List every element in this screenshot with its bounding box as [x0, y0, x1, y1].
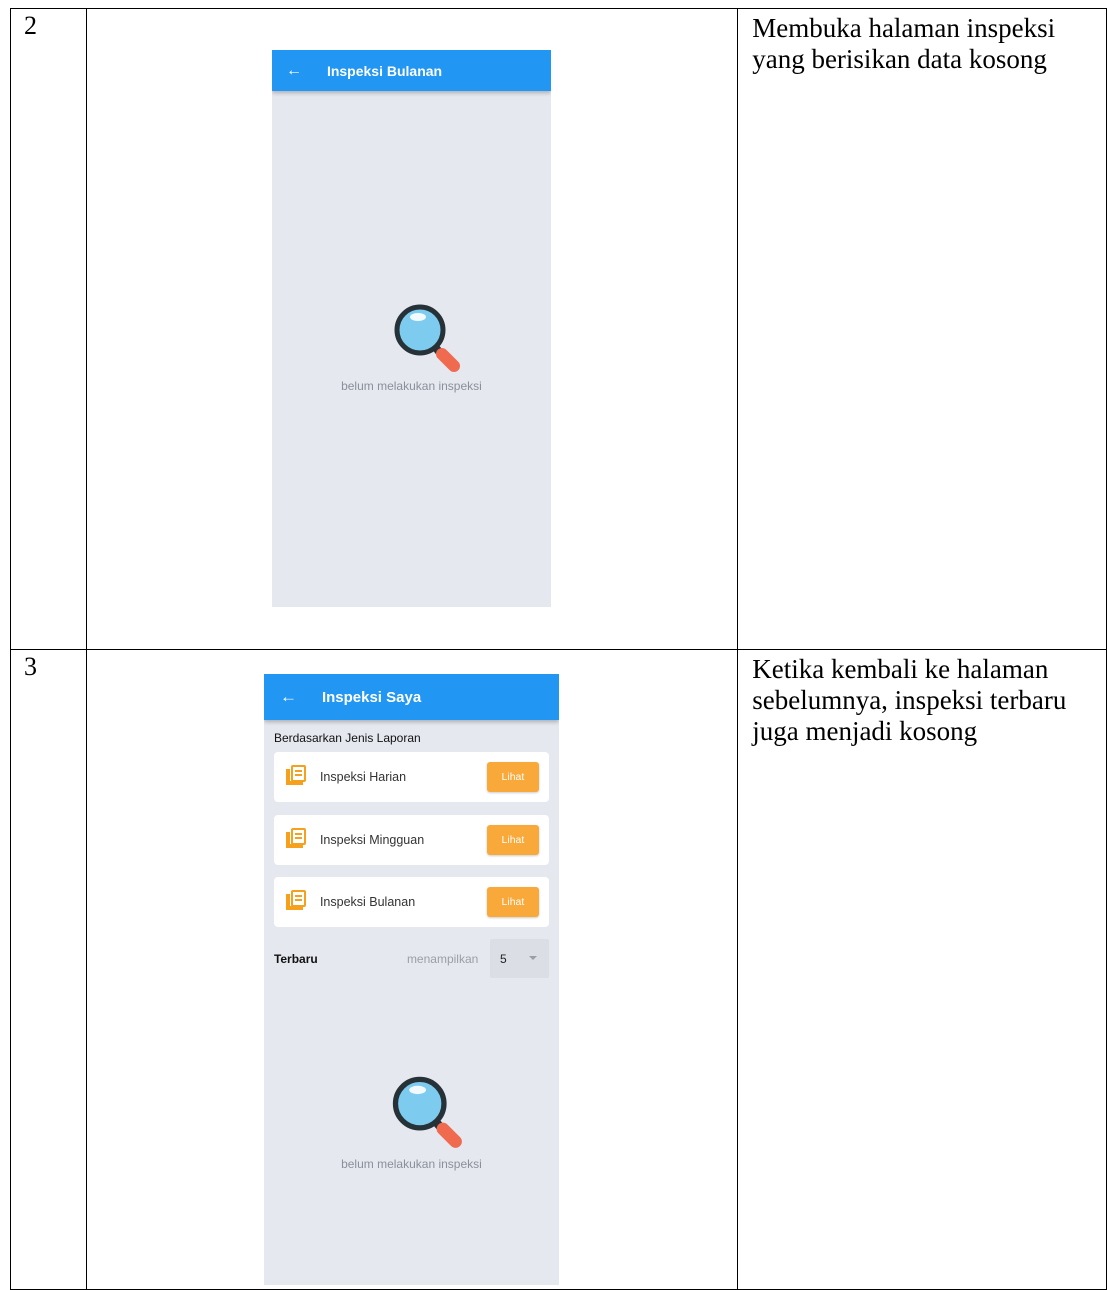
view-button[interactable]: Lihat [486, 762, 539, 792]
table-row: 2 ← Inspeksi Bulanan belum melakukan ins… [10, 8, 1107, 650]
card-label: Inspeksi Bulanan [319, 895, 416, 909]
page-title: Inspeksi Bulanan [326, 62, 443, 79]
report-icon [285, 828, 306, 848]
app-bar: ← Inspeksi Bulanan [271, 50, 551, 91]
empty-state: belum melakukan inspeksi [264, 1074, 559, 1171]
view-button[interactable]: Lihat [486, 887, 539, 917]
card-label: Inspeksi Harian [319, 770, 407, 784]
view-button[interactable]: Lihat [486, 825, 539, 855]
phone-screen: ← Inspeksi Saya Berdasarkan Jenis Lapora… [263, 674, 559, 1285]
magnifier-icon [393, 1076, 463, 1148]
page-title: Inspeksi Saya [321, 688, 422, 706]
empty-state: belum melakukan inspeksi [272, 302, 551, 393]
report-icon [285, 890, 306, 910]
report-card-bulanan: Inspeksi Bulanan Lihat [273, 877, 549, 927]
screenshot-cell: ← Inspeksi Saya Berdasarkan Jenis Lapora… [85, 649, 739, 1290]
report-card-mingguan: Inspeksi Mingguan Lihat [273, 815, 549, 865]
screenshot-cell: ← Inspeksi Bulanan belum melakukan inspe… [85, 8, 739, 650]
report-card-harian: Inspeksi Harian Lihat [273, 752, 549, 802]
empty-message: belum melakukan inspeksi [341, 1157, 482, 1171]
count-value: 5 [499, 951, 507, 966]
report-icon [285, 765, 306, 785]
description-cell: Ketika kembali ke halaman sebelumnya, in… [737, 649, 1107, 1290]
section-label: Berdasarkan Jenis Laporan [273, 731, 421, 745]
chevron-down-icon [528, 956, 537, 960]
card-label: Inspeksi Mingguan [319, 833, 425, 847]
latest-label: Terbaru [273, 952, 318, 966]
description-cell: Membuka halaman inspeksi yang berisikan … [737, 8, 1107, 650]
showing-label: menampilkan [406, 952, 479, 966]
app-bar: ← Inspeksi Saya [263, 674, 559, 720]
back-arrow-icon[interactable]: ← [286, 50, 302, 91]
count-select[interactable]: 5 [489, 939, 549, 978]
row-number: 3 [10, 649, 87, 1290]
empty-message: belum melakukan inspeksi [341, 379, 482, 393]
back-arrow-icon[interactable]: ← [280, 674, 297, 720]
phone-screen: ← Inspeksi Bulanan belum melakukan inspe… [271, 50, 551, 607]
row-number: 2 [10, 8, 87, 650]
test-case-table: 2 ← Inspeksi Bulanan belum melakukan ins… [10, 8, 1107, 1290]
table-row: 3 ← Inspeksi Saya Berdasarkan Jenis Lapo… [10, 649, 1107, 1290]
magnifier-icon [394, 304, 461, 372]
